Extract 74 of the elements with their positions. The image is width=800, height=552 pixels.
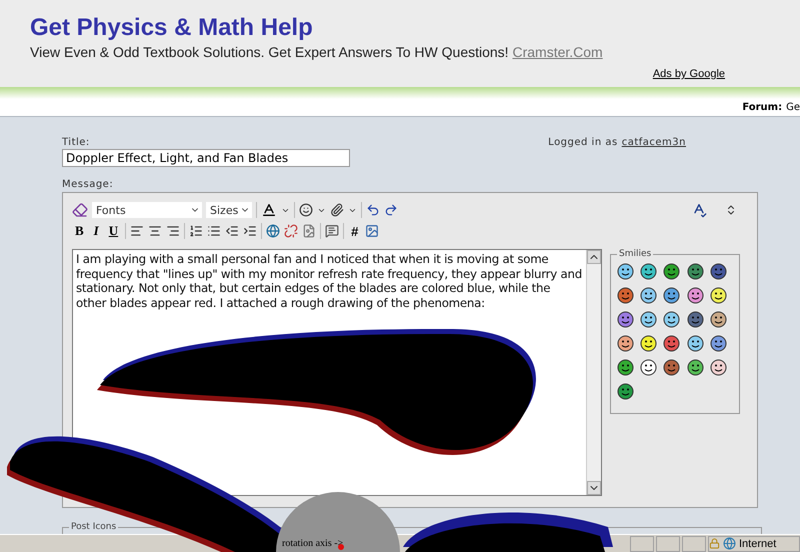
smiley-icon[interactable] bbox=[663, 335, 680, 352]
smiley-icon[interactable] bbox=[617, 287, 634, 304]
smiley-icon[interactable] bbox=[710, 263, 727, 280]
smiley-icon[interactable] bbox=[617, 263, 634, 280]
image-file-icon[interactable] bbox=[302, 224, 316, 238]
format-button[interactable]: I bbox=[90, 223, 102, 239]
forum-label: Forum: bbox=[742, 102, 782, 114]
expand-icon[interactable] bbox=[725, 204, 737, 216]
indent-icon[interactable] bbox=[243, 224, 258, 238]
smiley-icon[interactable] bbox=[640, 359, 658, 376]
smiley-icon[interactable] bbox=[640, 311, 658, 328]
ad-text: View Even & Odd Textbook Solutions. Get Expert Answers To HW Questions! Cramster.Com bbox=[30, 44, 604, 60]
axis-label: rotation axis -> bbox=[282, 538, 344, 549]
ad-link[interactable]: Cramster.Com bbox=[512, 44, 603, 60]
logged-in-text: Logged in as bbox=[548, 137, 618, 148]
numbered-list-icon[interactable] bbox=[189, 224, 204, 238]
smiley-icon[interactable] bbox=[710, 359, 727, 376]
smiley-icon[interactable] bbox=[640, 263, 658, 280]
smiley-icon[interactable] bbox=[663, 311, 680, 328]
redo-icon[interactable] bbox=[384, 203, 398, 217]
eraser-icon[interactable] bbox=[72, 202, 88, 218]
smiley-icon[interactable] bbox=[663, 359, 680, 376]
scroll-down-icon[interactable] bbox=[587, 481, 601, 495]
scroll-up-icon[interactable] bbox=[587, 250, 601, 264]
align-center-icon[interactable] bbox=[148, 224, 162, 238]
unlink-icon[interactable] bbox=[284, 224, 298, 238]
size-select[interactable]: Sizes bbox=[206, 202, 252, 218]
font-color-icon[interactable] bbox=[261, 202, 277, 218]
image-icon[interactable] bbox=[365, 224, 380, 238]
undo-icon[interactable] bbox=[366, 203, 380, 217]
post-icons-legend: Post Icons bbox=[69, 522, 118, 532]
title-field[interactable]: Doppler Effect, Light, and Fan Blades bbox=[62, 149, 350, 167]
format-button[interactable]: B bbox=[72, 223, 87, 239]
outdent-icon[interactable] bbox=[225, 224, 240, 238]
smiley-icon[interactable] bbox=[686, 335, 704, 352]
smiley-icon[interactable] bbox=[710, 287, 727, 304]
smiley-icon[interactable] bbox=[663, 287, 680, 304]
title-label: Title: bbox=[62, 137, 90, 148]
message-label: Message: bbox=[62, 179, 114, 190]
ad-headline[interactable]: Get Physics & Math Help bbox=[30, 14, 800, 42]
quote-icon[interactable] bbox=[325, 224, 340, 238]
smiley-icon[interactable] bbox=[710, 311, 727, 328]
zone-text: Internet bbox=[739, 538, 776, 550]
smiley-icon[interactable] bbox=[617, 383, 634, 400]
status-panel bbox=[682, 536, 706, 552]
username-link[interactable]: catfacem3n bbox=[622, 137, 686, 148]
smiley-icon[interactable] bbox=[617, 335, 634, 352]
smiley-icon[interactable] bbox=[640, 335, 658, 352]
status-panel bbox=[630, 536, 654, 552]
paperclip-icon[interactable] bbox=[330, 203, 344, 217]
font-select[interactable]: Fonts bbox=[92, 202, 202, 218]
smiley-icon[interactable] bbox=[299, 203, 313, 217]
globe-icon bbox=[723, 537, 736, 550]
smiley-icon[interactable] bbox=[617, 359, 634, 376]
smiley-icon[interactable] bbox=[686, 263, 704, 280]
format-button[interactable]: U bbox=[106, 223, 122, 239]
align-right-icon[interactable] bbox=[166, 224, 180, 238]
ads-attribution-link[interactable]: Ads by Google bbox=[652, 68, 725, 80]
smiley-icon[interactable] bbox=[663, 263, 680, 280]
align-left-icon[interactable] bbox=[130, 224, 144, 238]
smiley-icon[interactable] bbox=[686, 359, 704, 376]
smilies-legend: Smilies bbox=[617, 249, 654, 259]
code-button[interactable]: # bbox=[348, 224, 362, 238]
smiley-icon[interactable] bbox=[710, 335, 727, 352]
smiley-icon[interactable] bbox=[686, 311, 704, 328]
globe-icon[interactable] bbox=[266, 224, 280, 238]
forum-link[interactable]: Ge bbox=[786, 102, 800, 114]
bullet-list-icon[interactable] bbox=[207, 224, 222, 238]
smiley-icon[interactable] bbox=[686, 287, 704, 304]
lock-icon bbox=[709, 538, 720, 549]
message-text: I am playing with a small personal fan and I noticed that when it is moving at some frequency that "lines up" with my monitor refresh rate frequency, they appear blurry and stationary. Not only that, but certain edges of the blades are colored blue, while the other blades appear red. I attached a rough drawing of the phenomena: bbox=[75, 251, 583, 312]
smiley-icon[interactable] bbox=[617, 311, 634, 328]
smiley-icon[interactable] bbox=[640, 287, 658, 304]
status-panel bbox=[656, 536, 680, 552]
